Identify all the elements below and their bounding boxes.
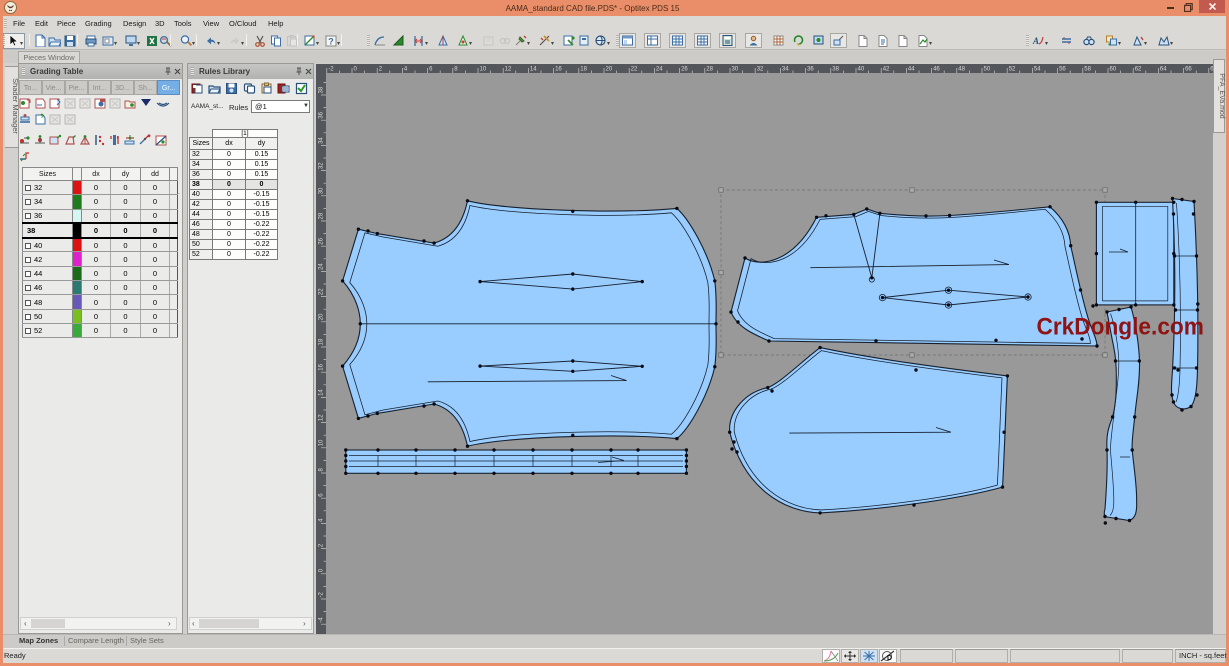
svg-text:34: 34 <box>782 67 789 73</box>
svg-text:12: 12 <box>319 414 325 421</box>
svg-text:28: 28 <box>706 67 713 73</box>
svg-text:30: 30 <box>319 187 325 194</box>
svg-text:36: 36 <box>319 111 325 118</box>
svg-text:50: 50 <box>984 67 991 73</box>
svg-text:26: 26 <box>319 237 325 244</box>
svg-text:62: 62 <box>1135 67 1142 73</box>
svg-text:32: 32 <box>757 67 764 73</box>
svg-text:38: 38 <box>832 67 839 73</box>
svg-text:64: 64 <box>1160 67 1167 73</box>
svg-text:14: 14 <box>319 389 325 396</box>
svg-text:A: A <box>1032 36 1039 46</box>
svg-text:-4: -4 <box>319 617 325 623</box>
svg-text:48: 48 <box>958 67 965 73</box>
svg-text:20: 20 <box>319 313 325 320</box>
svg-text:42: 42 <box>883 67 890 73</box>
svg-text:46: 46 <box>933 67 940 73</box>
svg-text:66: 66 <box>1185 67 1192 73</box>
svg-text:16: 16 <box>319 363 325 370</box>
svg-text:60: 60 <box>1110 67 1117 73</box>
svg-text:D: D <box>887 655 892 662</box>
svg-text:10: 10 <box>480 67 487 73</box>
svg-text:36: 36 <box>807 67 814 73</box>
svg-text:24: 24 <box>319 263 325 270</box>
svg-text:20: 20 <box>606 67 613 73</box>
svg-text:40: 40 <box>858 67 865 73</box>
svg-text:26: 26 <box>681 67 688 73</box>
svg-text:18: 18 <box>319 338 325 345</box>
svg-text:44: 44 <box>908 67 915 73</box>
svg-text:18: 18 <box>580 67 587 73</box>
svg-text:56: 56 <box>1059 67 1066 73</box>
svg-text:30: 30 <box>732 67 739 73</box>
svg-text:54: 54 <box>1034 67 1041 73</box>
svg-text:28: 28 <box>319 212 325 219</box>
svg-text:38: 38 <box>319 86 325 93</box>
svg-text:32: 32 <box>319 162 325 169</box>
svg-text:58: 58 <box>1084 67 1091 73</box>
svg-text:12: 12 <box>505 67 512 73</box>
svg-text:10: 10 <box>319 439 325 446</box>
svg-text:52: 52 <box>1009 67 1016 73</box>
svg-text:-2: -2 <box>328 67 334 73</box>
svg-text:34: 34 <box>319 137 325 144</box>
svg-text:14: 14 <box>530 67 537 73</box>
svg-text:22: 22 <box>631 67 638 73</box>
svg-text:22: 22 <box>319 288 325 295</box>
svg-text:-2: -2 <box>319 592 325 598</box>
svg-text:?: ? <box>328 37 334 47</box>
svg-text:24: 24 <box>656 67 663 73</box>
svg-text:16: 16 <box>555 67 562 73</box>
svg-text:CrkDongle.com: CrkDongle.com <box>1036 313 1203 340</box>
